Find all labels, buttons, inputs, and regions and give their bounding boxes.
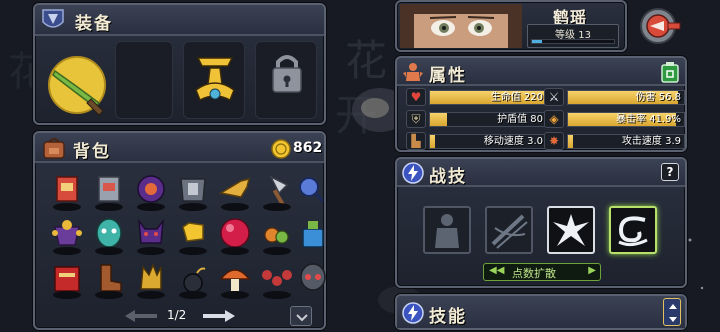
body-silhouette-icon [435,214,459,248]
inventory-item[interactable] [47,215,87,255]
collapse-button[interactable] [290,306,312,326]
arrows-right-icon: ▶ [588,265,596,276]
lock-icon [272,55,302,93]
inventory-item[interactable] [131,171,171,211]
backpack-title: 背包 [73,142,111,162]
locked-equipment-slot[interactable] [255,41,317,119]
heart-icon: ♥ [406,88,426,106]
stat-shield-text: 护盾值 80 [497,114,543,125]
recycle-icon[interactable] [661,61,679,83]
level-progress-fill [532,40,542,43]
stat-hp-text: 生命值 220 [490,92,543,103]
chevron-down-icon [296,314,308,322]
sword-icon: ⚔ [544,88,564,106]
stat-shield-fill [430,113,448,126]
inventory-item[interactable] [215,215,255,255]
lightning-icon [402,302,424,324]
combat-skills-panel: 战技 ? ◀◀ 点数扩散 ▶ [395,157,687,288]
inventory-item[interactable] [89,215,129,255]
next-page-button[interactable] [201,307,237,325]
gold-count: 862 [293,140,323,156]
gold-coin-icon [271,139,291,159]
stat-move-speed-text: 移动速度 3.0 [483,136,543,147]
help-icon: ? [666,165,674,179]
phoenix-icon [553,214,589,246]
right-arrow-icon [203,310,235,322]
skills-title: 技能 [429,307,467,327]
inventory-item[interactable] [215,259,255,299]
attributes-title: 属性 [429,66,467,86]
inventory-item[interactable] [173,215,213,255]
blue-potion-icon [302,221,324,248]
swirl-icon [618,216,648,247]
attributes-panel: 属性 ♥ 生命值 220 ⚔ 伤害 56.8 ⛨ 护盾值 80 ◈ 暴击率 41… [395,56,687,152]
inventory-item[interactable] [257,259,297,299]
prev-page-button[interactable] [123,307,159,325]
amulet-icon [195,57,235,102]
inventory-item[interactable] [47,171,87,211]
skill-slot-body[interactable] [423,206,471,254]
amulet-equipment-slot[interactable] [183,41,245,119]
skill-slot-swirl[interactable] [609,206,657,254]
arrows-icon: ◀◀ [489,265,505,276]
stat-damage-text: 伤害 56.8 [635,92,681,103]
magnifier-icon [299,177,325,203]
inventory-grid [41,169,326,301]
scroll-arrows-icon [669,304,677,322]
boot-icon: ▙ [406,132,426,150]
page-indicator: 1/2 [167,308,187,322]
inventory-item[interactable] [89,259,129,299]
inventory-item[interactable] [293,215,333,255]
shield-icon: ⛨ [406,110,426,128]
inventory-item[interactable] [47,259,87,299]
character-card: 鹤瑶 等级 13 [395,0,627,52]
spread-points-label: 点数扩散 [512,267,556,280]
backpack-icon [43,138,65,159]
stat-attack-speed-text: 攻击速度 3.9 [621,136,681,147]
inventory-item[interactable] [257,215,297,255]
stat-attack-speed-fill [568,135,573,148]
inventory-item[interactable] [131,215,171,255]
backpack-panel: 背包 862 1/2 [33,131,326,330]
spread-points-button[interactable]: ◀◀ 点数扩散 ▶ [483,263,601,281]
lightning-icon [402,162,424,184]
inventory-item[interactable] [173,171,213,211]
skull-helmet-icon [300,263,326,291]
combat-skills-title: 战技 [429,167,467,187]
inventory-item[interactable] [173,259,213,299]
inventory-item[interactable] [257,171,297,211]
inventory-item[interactable] [293,259,333,299]
svg-text:花: 花 [345,36,387,85]
equipment-panel: 装备 [33,3,326,125]
inventory-item[interactable] [131,259,171,299]
character-portrait [400,4,522,48]
equipment-title: 装备 [75,14,113,34]
golden-blade-weapon-icon [48,56,106,116]
back-arrow-icon [640,8,681,44]
inventory-item[interactable] [215,171,255,211]
stat-move-speed-fill [430,135,435,148]
skill-slot-phoenix[interactable] [547,206,595,254]
help-button[interactable]: ? [661,163,679,181]
back-button[interactable] [634,4,682,48]
page-nav: 1/2 [123,307,243,325]
inventory-item[interactable] [293,171,333,211]
slash-icon [491,214,528,249]
stat-crit-text: 暴击率 41.9% [616,114,681,125]
equipped-weapon-slot[interactable] [41,45,109,119]
equipment-icon [42,9,64,28]
level-bar: 等级 13 [527,24,619,48]
skills-scroll-button[interactable] [663,298,681,326]
empty-equipment-slot[interactable] [115,41,173,119]
person-attribute-icon [403,63,423,81]
inventory-item[interactable] [89,171,129,211]
skill-slot-slash[interactable] [485,206,533,254]
crit-eye-icon: ◈ [544,110,564,128]
skills-panel: 技能 [395,294,687,330]
left-arrow-icon [125,310,157,322]
attack-speed-icon: ✸ [544,132,564,150]
